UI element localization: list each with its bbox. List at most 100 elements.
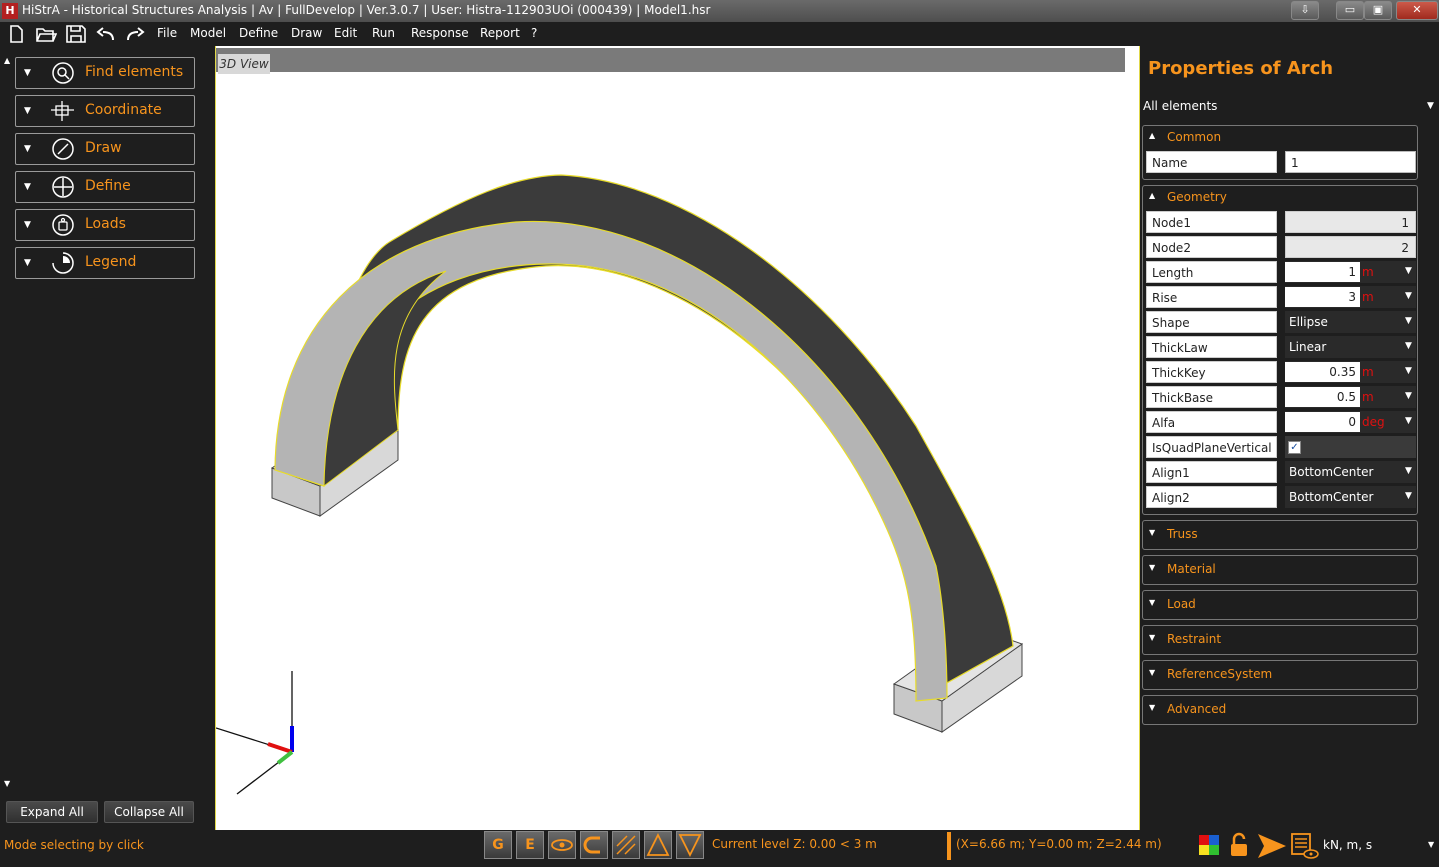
align2-select[interactable]: BottomCenter ▼ bbox=[1285, 486, 1416, 508]
menu-help[interactable]: ? bbox=[531, 26, 537, 40]
open-folder-icon[interactable] bbox=[35, 25, 57, 43]
wireframe-button[interactable] bbox=[612, 831, 640, 859]
menu-run[interactable]: Run bbox=[372, 26, 395, 40]
name-input[interactable]: 1 bbox=[1285, 151, 1416, 173]
loads-label: Loads bbox=[85, 216, 126, 232]
node1-value: 1 bbox=[1401, 216, 1409, 230]
element-filter-select[interactable]: All elements bbox=[1143, 99, 1217, 113]
report-view-icon[interactable] bbox=[1290, 832, 1320, 860]
section-geometry-header[interactable]: ▲ Geometry bbox=[1143, 186, 1417, 208]
alfa-unit-dropdown-icon[interactable]: ▼ bbox=[1405, 416, 1412, 426]
maximize-button[interactable]: ▣ bbox=[1364, 1, 1392, 20]
section-load[interactable]: ▼ Load bbox=[1142, 590, 1418, 620]
section-advanced-label: Advanced bbox=[1167, 702, 1227, 716]
section-restraint-label: Restraint bbox=[1167, 632, 1222, 646]
menu-draw[interactable]: Draw bbox=[291, 26, 322, 40]
section-truss[interactable]: ▼ Truss bbox=[1142, 520, 1418, 550]
draw-pencil-icon bbox=[52, 138, 74, 160]
eye-icon bbox=[551, 839, 573, 851]
new-file-icon[interactable] bbox=[5, 25, 27, 43]
align1-dropdown-icon[interactable]: ▼ bbox=[1405, 466, 1412, 476]
expand-arrow-icon: ▼ bbox=[1149, 703, 1156, 712]
thicklaw-select[interactable]: Linear ▼ bbox=[1285, 336, 1416, 358]
thicklaw-dropdown-icon[interactable]: ▼ bbox=[1405, 341, 1412, 351]
minimize-button[interactable]: ⇩ bbox=[1291, 1, 1319, 20]
loads-button[interactable]: ▼ Loads bbox=[15, 209, 195, 241]
title-bar: H HiStrA - Historical Structures Analysi… bbox=[0, 0, 1439, 22]
menu-define[interactable]: Define bbox=[239, 26, 278, 40]
menu-report[interactable]: Report bbox=[480, 26, 520, 40]
alfa-value: 0 bbox=[1348, 415, 1356, 429]
collapse-all-button[interactable]: Collapse All bbox=[104, 801, 194, 823]
section-common-header[interactable]: ▲ Common bbox=[1143, 126, 1417, 148]
align2-dropdown-icon[interactable]: ▼ bbox=[1405, 491, 1412, 501]
menu-edit[interactable]: Edit bbox=[334, 26, 357, 40]
length-unit-dropdown-icon[interactable]: ▼ bbox=[1405, 266, 1412, 276]
thickkey-unit-dropdown-icon[interactable]: ▼ bbox=[1405, 366, 1412, 376]
view-eye-button[interactable] bbox=[548, 831, 576, 859]
menu-response[interactable]: Response bbox=[411, 26, 469, 40]
shape-select[interactable]: Ellipse ▼ bbox=[1285, 311, 1416, 333]
name-value: 1 bbox=[1291, 156, 1299, 170]
filter-dropdown-icon[interactable]: ▼ bbox=[1427, 101, 1434, 111]
thickbase-unit-dropdown-icon[interactable]: ▼ bbox=[1405, 391, 1412, 401]
grid-snap-button[interactable]: G bbox=[484, 831, 512, 859]
align1-select[interactable]: BottomCenter ▼ bbox=[1285, 461, 1416, 483]
play-arrow-icon[interactable] bbox=[1256, 832, 1288, 860]
rise-unit-dropdown-icon[interactable]: ▼ bbox=[1405, 291, 1412, 301]
color-legend-icon[interactable] bbox=[1198, 834, 1220, 856]
section-advanced[interactable]: ▼ Advanced bbox=[1142, 695, 1418, 725]
units-select[interactable]: kN, m, s bbox=[1323, 838, 1372, 852]
section-material-label: Material bbox=[1167, 562, 1216, 576]
expand-all-button[interactable]: Expand All bbox=[6, 801, 98, 823]
alfa-input[interactable]: 0 bbox=[1285, 412, 1360, 432]
legend-label: Legend bbox=[85, 254, 137, 270]
define-button[interactable]: ▼ Define bbox=[15, 171, 195, 203]
axis-y-arrow bbox=[276, 750, 294, 765]
section-restraint[interactable]: ▼ Restraint bbox=[1142, 625, 1418, 655]
level-down-button[interactable] bbox=[676, 831, 704, 859]
expand-arrow-icon: ▼ bbox=[24, 144, 31, 154]
draw-button[interactable]: ▼ Draw bbox=[15, 133, 195, 165]
length-input[interactable]: 1 bbox=[1285, 262, 1360, 282]
3d-viewport[interactable]: 3D View bbox=[215, 46, 1140, 830]
scroll-up-icon[interactable]: ▲ bbox=[4, 56, 10, 65]
thicklaw-value: Linear bbox=[1289, 340, 1327, 354]
app-icon: H bbox=[2, 3, 18, 19]
find-elements-button[interactable]: ▼ Find elements bbox=[15, 57, 195, 89]
define-crosshair-icon bbox=[52, 176, 74, 198]
section-reference-system[interactable]: ▼ ReferenceSystem bbox=[1142, 660, 1418, 690]
scroll-down-icon[interactable]: ▼ bbox=[4, 779, 10, 788]
legend-button[interactable]: ▼ Legend bbox=[15, 247, 195, 279]
shape-dropdown-icon[interactable]: ▼ bbox=[1405, 316, 1412, 326]
pie-chart-icon bbox=[52, 252, 74, 274]
thickbase-input[interactable]: 0.5 bbox=[1285, 387, 1360, 407]
thickkey-input[interactable]: 0.35 bbox=[1285, 362, 1360, 382]
weight-icon bbox=[52, 214, 74, 236]
units-dropdown-icon[interactable]: ▼ bbox=[1428, 840, 1434, 849]
expand-arrow-icon: ▼ bbox=[1149, 633, 1156, 642]
undo-icon[interactable] bbox=[95, 25, 117, 43]
menu-file[interactable]: File bbox=[157, 26, 177, 40]
prop-label-thickkey: ThickKey bbox=[1146, 361, 1277, 383]
close-button[interactable]: ✕ bbox=[1396, 1, 1438, 20]
rise-input[interactable]: 3 bbox=[1285, 287, 1360, 307]
cursor-coordinates: (X=6.66 m; Y=0.00 m; Z=2.44 m) bbox=[956, 837, 1162, 851]
mode-status: Mode selecting by click bbox=[4, 838, 144, 852]
rise-field: 3 m ▼ bbox=[1285, 286, 1416, 308]
element-snap-button[interactable]: E bbox=[516, 831, 544, 859]
magnet-snap-button[interactable] bbox=[580, 831, 608, 859]
save-icon[interactable] bbox=[65, 25, 87, 43]
isquad-checkbox[interactable]: ✓ bbox=[1288, 441, 1301, 454]
restore-button[interactable]: ▭ bbox=[1336, 1, 1364, 20]
level-up-button[interactable] bbox=[644, 831, 672, 859]
coordinate-button[interactable]: ▼ Coordinate bbox=[15, 95, 195, 127]
unlock-icon[interactable] bbox=[1228, 832, 1250, 858]
menu-model[interactable]: Model bbox=[190, 26, 226, 40]
thickkey-unit: m bbox=[1362, 365, 1374, 379]
thickbase-value: 0.5 bbox=[1336, 390, 1356, 404]
section-material[interactable]: ▼ Material bbox=[1142, 555, 1418, 585]
redo-icon[interactable] bbox=[124, 25, 146, 43]
prop-label-thicklaw: ThickLaw bbox=[1146, 336, 1277, 358]
rise-unit: m bbox=[1362, 290, 1374, 304]
